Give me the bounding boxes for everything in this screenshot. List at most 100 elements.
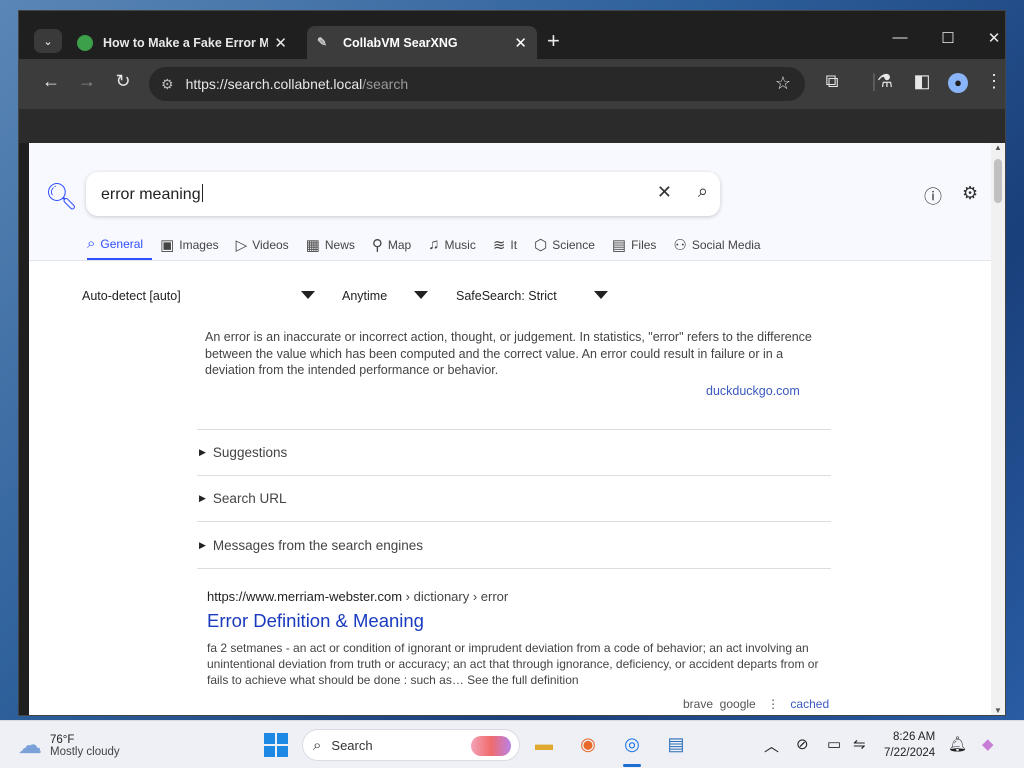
extensions-icon[interactable]: ⧉ <box>819 71 845 92</box>
language-select[interactable]: Auto-detect [auto] <box>82 289 181 303</box>
time-range-select[interactable]: Anytime <box>342 289 387 303</box>
address-bar[interactable]: ⚙ https://search.collabnet.local/search … <box>149 67 805 101</box>
clear-search-icon[interactable]: ✕ <box>657 182 672 203</box>
new-tab-button[interactable]: + <box>547 29 560 53</box>
safesearch-dropdown-arrow-icon[interactable] <box>594 291 608 299</box>
url-text: https://search.collabnet.local/search <box>185 76 409 92</box>
details-engine-messages[interactable]: ▶ Messages from the search engines <box>197 521 831 569</box>
close-icon[interactable]: ✕ <box>274 34 287 52</box>
display-icon[interactable]: ▭ <box>827 735 841 753</box>
chrome-icon[interactable]: ◎ <box>619 731 645 757</box>
tab-strip: ⌄ How to Make a Fake Error Mes ✕ ✎ Colla… <box>19 11 1005 59</box>
weather-widget[interactable]: ☁ 76°F Mostly cloudy <box>18 731 120 760</box>
play-icon: ▷ <box>235 236 248 254</box>
taskbar-search[interactable]: ⌕ Search <box>302 729 520 761</box>
answer-source-link[interactable]: duckduckgo.com <box>706 384 800 398</box>
tab-search-button[interactable]: ⌄ <box>34 29 62 53</box>
details-label: Messages from the search engines <box>212 537 424 553</box>
safesearch-select[interactable]: SafeSearch: Strict <box>456 289 557 303</box>
taskbar: ☁ 76°F Mostly cloudy ⌕ Search ▬ ◉ ◎ ▤ ︿ … <box>0 720 1024 768</box>
file-explorer-icon[interactable]: ▬ <box>531 731 557 757</box>
bookmarks-bar <box>19 109 1005 143</box>
tab-science[interactable]: ⬡ Science <box>534 235 604 260</box>
time-dropdown-arrow-icon[interactable] <box>414 291 428 299</box>
settings-gear-icon[interactable]: ⚙ <box>962 183 978 204</box>
labs-flask-icon[interactable]: ⚗ <box>872 71 898 92</box>
tab-videos[interactable]: ▷ Videos <box>236 235 298 260</box>
tab-music[interactable]: ♫ Music <box>428 235 485 260</box>
details-label: Search URL <box>212 491 287 506</box>
music-icon: ♫ <box>428 236 440 253</box>
copilot-icon[interactable]: ◆ <box>982 735 994 753</box>
kebab-icon[interactable]: ⋮ <box>767 697 779 711</box>
firefox-icon[interactable]: ◉ <box>575 731 601 757</box>
notepad-icon[interactable]: ▤ <box>663 731 689 757</box>
notification-bell-icon[interactable]: 🔔︎ <box>948 735 967 753</box>
tab-fake-error[interactable]: How to Make a Fake Error Mes ✕ <box>67 26 297 59</box>
tab-map[interactable]: ⚲ Map <box>372 235 420 260</box>
files-icon: ▤ <box>611 236 627 254</box>
scrollbar-thumb[interactable] <box>994 159 1002 203</box>
category-label: Files <box>631 237 657 252</box>
category-label: General <box>100 236 144 251</box>
details-suggestions[interactable]: ▶ Suggestions <box>197 429 831 475</box>
searxng-logo-search-icon[interactable]: 🔍︎ <box>45 181 78 212</box>
cloud-offline-icon[interactable]: ⊘ <box>796 735 809 753</box>
profile-avatar-icon[interactable]: ● <box>945 71 971 93</box>
tab-it[interactable]: ≋ It <box>493 235 526 260</box>
tab-social-media[interactable]: ⚇ Social Media <box>673 235 769 260</box>
forward-button[interactable]: → <box>74 71 100 92</box>
cloud-icon: ☁ <box>18 732 42 759</box>
clock-time: 8:26 AM <box>892 731 936 743</box>
details-search-url[interactable]: ▶ Search URL <box>197 475 831 521</box>
search-icon: ⌕ <box>87 235 96 252</box>
tab-files[interactable]: ▤ Files <box>612 235 666 260</box>
taskbar-search-label: Search <box>331 737 373 753</box>
disclosure-triangle-icon: ▶ <box>199 493 206 503</box>
site-info-icon[interactable]: ⚙ <box>161 76 174 93</box>
show-hidden-icons-chevron-icon[interactable]: ︿ <box>764 735 779 756</box>
category-label: It <box>510 237 518 252</box>
category-label: Music <box>444 237 476 252</box>
scroll-down-arrow-icon[interactable]: ▼ <box>994 706 1002 715</box>
disclosure-triangle-icon: ▶ <box>199 447 206 457</box>
vertical-scrollbar[interactable]: ▲ ▼ <box>991 143 1005 715</box>
info-icon[interactable]: ⓘ <box>924 183 942 209</box>
result-item: https://www.merriam-webster.com › dictio… <box>207 589 827 688</box>
tab-title: How to Make a Fake Error Mes <box>103 35 269 50</box>
search-submit-icon[interactable]: ⌕ <box>698 181 708 202</box>
network-icon[interactable]: ⇋ <box>853 735 866 753</box>
tab-general[interactable]: ⌕ General <box>87 235 153 260</box>
windows-start-icon[interactable] <box>264 733 288 757</box>
search-query[interactable]: error meaning <box>101 184 203 204</box>
reload-button[interactable]: ↻ <box>110 71 136 92</box>
search-icon: ⌕ <box>313 736 322 754</box>
category-label: Science <box>552 237 595 252</box>
maximize-button[interactable]: ☐ <box>925 29 971 47</box>
close-window-button[interactable]: ✕ <box>971 29 1005 47</box>
bookmark-star-icon[interactable]: ☆ <box>775 73 791 94</box>
result-url[interactable]: https://www.merriam-webster.com › dictio… <box>207 589 827 604</box>
clock-date: 7/22/2024 <box>884 747 936 759</box>
side-panel-icon[interactable]: ◧ <box>909 71 935 92</box>
result-title-link[interactable]: Error Definition & Meaning <box>207 610 827 632</box>
searxng-favicon-icon: ✎ <box>317 34 328 49</box>
minimize-button[interactable]: — <box>877 29 923 46</box>
active-app-indicator <box>623 764 641 767</box>
search-input[interactable]: error meaning ✕ ⌕ <box>86 172 720 216</box>
menu-kebab-icon[interactable]: ⋮ <box>981 71 1005 92</box>
category-label: Images <box>179 237 219 252</box>
clock[interactable]: 8:26 AM 7/22/2024 <box>884 729 935 761</box>
engine-names: brave google <box>683 697 756 711</box>
language-dropdown-arrow-icon[interactable] <box>301 291 315 299</box>
cached-link[interactable]: cached <box>790 697 829 711</box>
close-icon[interactable]: ✕ <box>514 34 527 52</box>
scroll-up-arrow-icon[interactable]: ▲ <box>994 143 1002 152</box>
tab-news[interactable]: ▦ News <box>306 235 364 260</box>
back-button[interactable]: ← <box>38 71 64 92</box>
browser-window: ⌄ How to Make a Fake Error Mes ✕ ✎ Colla… <box>18 10 1006 716</box>
tab-searxng[interactable]: ✎ CollabVM SearXNG ✕ <box>307 26 537 59</box>
category-tabs: ⌕ General ▣ Images ▷ Videos ▦ News ⚲ Map ♫ Music ≋ It… <box>87 235 778 260</box>
newspaper-icon: ▦ <box>305 236 320 254</box>
tab-images[interactable]: ▣ Images <box>160 235 228 260</box>
